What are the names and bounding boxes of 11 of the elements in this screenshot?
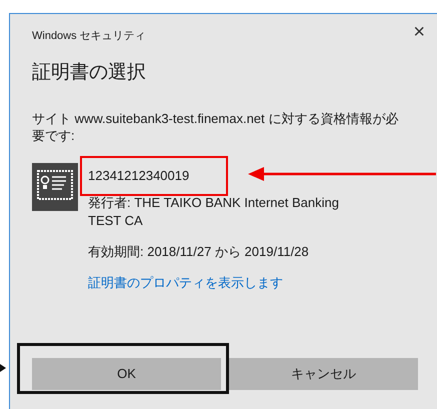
validity-text: 有効期間: 2018/11/27 から 2019/11/28: [88, 243, 309, 261]
dialog-heading: 証明書の選択: [32, 61, 147, 85]
properties-link[interactable]: 証明書のプロパティを表示します: [88, 274, 283, 292]
certificate-icon: [32, 162, 78, 211]
certificate-name: 12341212340019: [88, 168, 190, 183]
close-button[interactable]: ×: [409, 20, 429, 44]
issuer-text: 発行者: THE TAIKO BANK Internet Banking TEST CA: [88, 194, 340, 230]
dialog-button[interactable]: OK: [32, 358, 221, 390]
message-text: サイト www.suitebank3-test.finemax.net に対する資格情報が必要です:: [32, 110, 400, 145]
dialog-button[interactable]: キャンセル: [229, 358, 418, 390]
window-title: Windows セキュリティ: [32, 29, 146, 44]
